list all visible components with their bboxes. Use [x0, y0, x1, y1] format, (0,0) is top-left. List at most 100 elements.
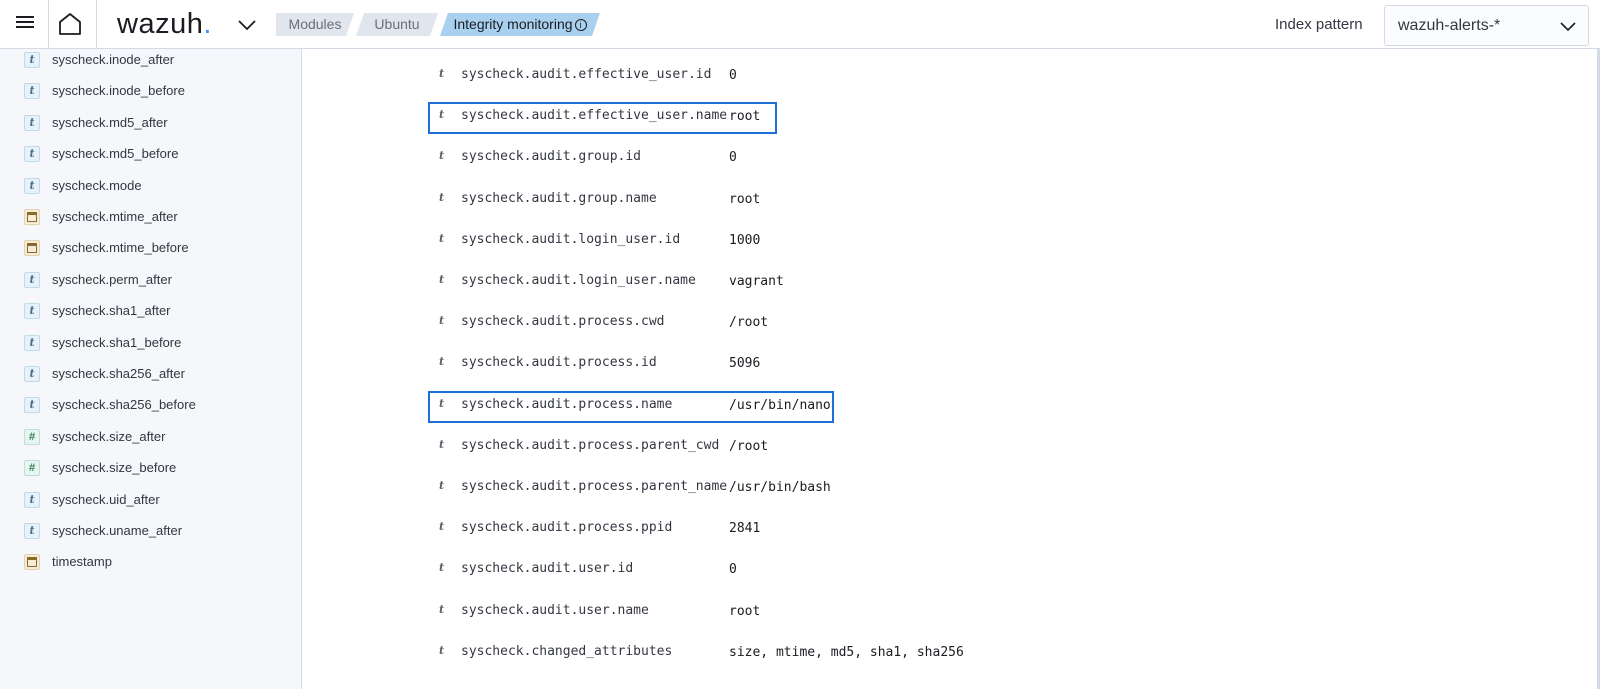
field-name: syscheck.md5_after [52, 114, 168, 130]
field-key: syscheck.audit.effective_user.name [461, 108, 728, 124]
string-type-icon: t [439, 520, 445, 534]
document-field-row[interactable]: t syscheck.changed_attributes size, mtime,… [430, 640, 990, 668]
header-divider [48, 0, 49, 48]
field-name: syscheck.uid_after [52, 491, 160, 507]
field-name: syscheck.inode_after [52, 52, 175, 67]
field-key: syscheck.audit.process.name [461, 396, 673, 412]
field-name: timestamp [52, 554, 112, 570]
field-key: syscheck.audit.user.id [461, 561, 634, 577]
field-name: syscheck.uname_after [52, 523, 183, 538]
string-type-icon: t [439, 437, 445, 451]
field-list-item[interactable]: t syscheck.uname_after [22, 520, 292, 544]
field-value: /root [729, 315, 769, 331]
document-field-row[interactable]: t syscheck.audit.group.id 0 [430, 145, 990, 173]
string-type-icon: t [439, 396, 445, 410]
string-type-icon: t [24, 366, 40, 382]
string-type-icon: t [439, 67, 445, 80]
calendar-icon [24, 554, 40, 571]
field-list-item[interactable]: # syscheck.size_after [22, 426, 292, 450]
field-list-item[interactable]: t syscheck.perm_after [22, 269, 292, 293]
document-field-row[interactable]: t syscheck.audit.process.id 5096 [430, 351, 990, 379]
field-value: vagrant [729, 274, 784, 289]
string-type-icon: t [439, 190, 445, 204]
string-type-icon: t [439, 561, 445, 575]
string-type-icon: t [24, 397, 40, 414]
field-list-item[interactable]: t syscheck.sha256_before [22, 394, 292, 418]
document-field-row[interactable]: t syscheck.audit.process.name/usr/bin/nan… [428, 390, 834, 423]
field-list-item[interactable]: t syscheck.inode_after [22, 49, 292, 73]
document-field-row[interactable]: t syscheck.audit.login_user.name vagrant [430, 269, 990, 297]
wazuh-logo[interactable]: wazuh. [117, 6, 212, 42]
document-field-row[interactable]: t syscheck.audit.user.id 0 [430, 557, 990, 585]
logo-dot: . [203, 8, 212, 40]
index-pattern-value: wazuh-alerts-* [1398, 17, 1501, 34]
breadcrumb-label: Ubuntu [374, 16, 420, 32]
string-type-icon: t [24, 83, 40, 100]
field-key: syscheck.audit.process.ppid [461, 520, 673, 536]
top-header: wazuh. Modules Ubuntu Integrity monitori… [0, 0, 1600, 49]
field-value: size, mtime, md5, sha1, sha256 [729, 644, 964, 660]
string-type-icon: t [24, 146, 40, 163]
field-value: 0 [729, 562, 737, 578]
field-list-item[interactable]: t syscheck.mode [22, 175, 292, 199]
breadcrumb-integrity-monitoring[interactable]: Integrity monitoring i [440, 13, 600, 36]
field-name: syscheck.size_before [52, 460, 177, 476]
field-list-item[interactable]: timestamp [22, 551, 292, 575]
string-type-icon: t [24, 491, 40, 508]
header-divider [96, 0, 97, 48]
string-type-icon: t [439, 108, 445, 122]
field-list-item[interactable]: t syscheck.md5_before [22, 143, 292, 167]
field-name: syscheck.mode [52, 177, 142, 193]
field-key: syscheck.audit.effective_user.id [461, 67, 712, 82]
field-key: syscheck.audit.process.parent_name [461, 479, 728, 494]
field-list-item[interactable]: syscheck.mtime_before [22, 237, 292, 261]
field-value: root [729, 191, 761, 207]
document-field-row[interactable]: t syscheck.audit.login_user.id 1000 [430, 228, 990, 256]
field-value: /usr/bin/bash [729, 480, 831, 495]
breadcrumb-ubuntu[interactable]: Ubuntu [356, 13, 438, 36]
document-field-row[interactable]: t syscheck.audit.user.name root [430, 599, 990, 627]
string-type-icon: t [24, 177, 40, 194]
field-name: syscheck.perm_after [52, 271, 172, 287]
field-list-item[interactable]: t syscheck.uid_after [22, 489, 292, 513]
document-field-row[interactable]: t syscheck.audit.process.parent_name/usr/… [430, 475, 990, 503]
field-value: /root [729, 438, 769, 454]
document-field-row[interactable]: t syscheck.audit.process.parent_cwd/root [430, 434, 990, 462]
menu-icon[interactable] [14, 13, 36, 35]
field-key: syscheck.audit.login_user.id [461, 231, 681, 247]
document-field-row[interactable]: t syscheck.audit.effective_user.id 0 [430, 63, 990, 91]
field-key: syscheck.audit.user.name [461, 602, 649, 618]
index-pattern-select[interactable]: wazuh-alerts-* [1384, 5, 1589, 46]
field-value: /usr/bin/nano [729, 397, 831, 413]
field-list-item[interactable]: syscheck.mtime_after [22, 206, 292, 230]
document-field-row[interactable]: t syscheck.audit.process.cwd/root [430, 310, 990, 338]
number-type-icon: # [24, 428, 40, 445]
field-list-item[interactable]: t syscheck.inode_before [22, 80, 292, 104]
field-key: syscheck.audit.group.name [461, 190, 657, 206]
field-value: 2841 [729, 521, 761, 537]
field-value: 1000 [729, 232, 761, 248]
field-list-item[interactable]: t syscheck.sha1_after [22, 300, 292, 324]
string-type-icon: t [24, 52, 40, 68]
chevron-down-icon[interactable] [236, 14, 258, 36]
document-field-row[interactable]: t syscheck.audit.effective_user.name root [428, 102, 777, 135]
field-name: syscheck.size_after [52, 428, 166, 444]
field-key: syscheck.audit.group.id [461, 149, 642, 165]
string-type-icon: t [24, 271, 40, 288]
home-icon[interactable] [57, 11, 87, 37]
field-name: syscheck.mtime_before [52, 240, 189, 256]
field-key: syscheck.changed_attributes [461, 643, 673, 659]
string-type-icon: t [439, 355, 445, 369]
field-list-item[interactable]: t syscheck.md5_after [22, 112, 292, 136]
document-field-row[interactable]: t syscheck.audit.process.ppid 2841 [430, 516, 990, 544]
field-list-item[interactable]: # syscheck.size_before [22, 457, 292, 481]
field-name: syscheck.sha1_after [52, 303, 171, 319]
string-type-icon: t [24, 334, 40, 351]
info-icon[interactable]: i [575, 19, 587, 31]
field-list-item[interactable]: t syscheck.sha256_after [22, 363, 292, 387]
string-type-icon: t [439, 643, 445, 657]
document-field-row[interactable]: t syscheck.audit.group.name root [430, 187, 990, 215]
field-value: 0 [729, 150, 737, 166]
field-list-item[interactable]: t syscheck.sha1_before [22, 332, 292, 356]
breadcrumb-modules[interactable]: Modules [276, 13, 354, 36]
